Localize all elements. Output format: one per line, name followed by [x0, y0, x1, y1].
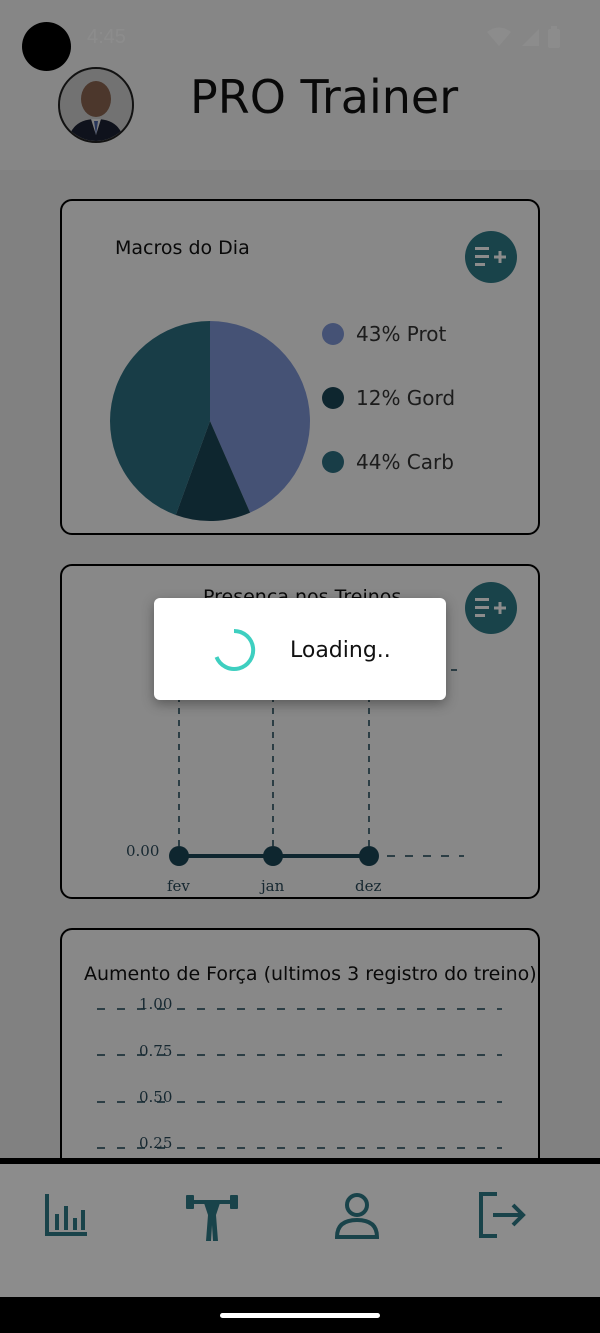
- home-gesture-handle[interactable]: [220, 1313, 380, 1318]
- loading-dialog: Loading..: [154, 598, 446, 700]
- spinner-icon: [214, 628, 256, 671]
- loading-text: Loading..: [290, 638, 391, 663]
